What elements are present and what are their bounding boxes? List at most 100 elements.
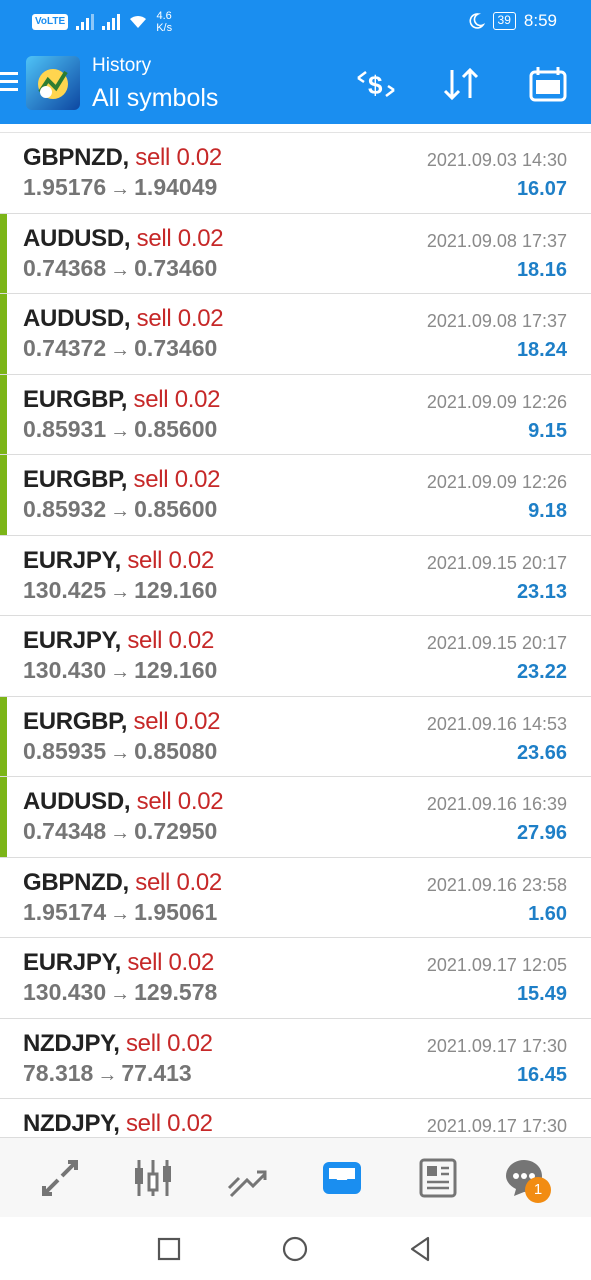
screen-title[interactable]: All symbols	[92, 84, 218, 113]
trade-time: 2021.09.16 14:53	[426, 713, 567, 734]
arrow-icon: →	[110, 500, 131, 522]
symbol-label: EURGBP,	[23, 707, 128, 735]
arrow-icon: →	[110, 902, 131, 925]
status-bar: VoLTE 4.6 K/s 39 8:59	[0, 0, 591, 44]
recents-button[interactable]	[154, 1234, 184, 1264]
sort-icon[interactable]	[440, 64, 484, 104]
close-price: 0.72950	[134, 818, 218, 844]
symbol-label: EURJPY,	[23, 627, 121, 654]
trade-icon[interactable]	[225, 1156, 269, 1200]
trade-symbol: NZDJPY, sell 0.02	[23, 1110, 213, 1137]
trade-symbol: EURGBP, sell 0.02	[23, 385, 221, 414]
quotes-icon[interactable]	[38, 1156, 82, 1200]
trade-side-volume: sell 0.02	[133, 466, 221, 493]
trade-side-volume: sell 0.02	[127, 627, 215, 654]
open-price: 0.85931	[23, 415, 107, 442]
history-icon[interactable]	[320, 1156, 364, 1200]
arrow-icon: →	[97, 1063, 118, 1086]
trade-row[interactable]: NZDJPY, sell 0.02 2021.09.17 17:30	[0, 1099, 591, 1137]
wifi-icon	[130, 15, 147, 28]
arrow-icon: →	[110, 661, 131, 683]
open-price: 0.74372	[23, 335, 107, 361]
trade-row[interactable]: EURGBP, sell 0.02 0.85935 → 0.85080 2021.09.…	[0, 696, 591, 777]
close-price: 0.85600	[134, 415, 218, 442]
trade-row[interactable]: EURJPY, sell 0.02 130.425 → 129.160 2021.09.…	[0, 536, 591, 616]
trade-row[interactable]: AUDUSD, sell 0.02 0.74372 → 0.73460 2021.09.…	[0, 294, 591, 375]
trade-time: 2021.09.17 17:30	[426, 1116, 567, 1136]
arrow-icon: →	[110, 580, 131, 603]
close-price: 129.578	[134, 979, 218, 1005]
status-left: VoLTE 4.6 K/s	[32, 10, 172, 34]
trade-symbol: EURJPY, sell 0.02	[23, 949, 214, 977]
trade-prices: 0.74372 → 0.73460	[23, 335, 217, 362]
trade-symbol: NZDJPY, sell 0.02	[23, 1030, 213, 1058]
trade-symbol: GBPNZD, sell 0.02	[23, 869, 222, 897]
news-icon[interactable]	[415, 1156, 459, 1200]
open-price: 130.430	[23, 657, 107, 683]
symbol-label: NZDJPY,	[23, 1110, 120, 1137]
chat-badge: 1	[525, 1177, 551, 1203]
currency-exchange-icon[interactable]: $	[354, 64, 398, 104]
trade-row[interactable]: EURGBP, sell 0.02 0.85932 → 0.85600 2021.09.…	[0, 455, 591, 536]
close-price: 1.95061	[134, 898, 218, 925]
symbol-label: EURGBP,	[23, 466, 128, 493]
trade-side-volume: sell 0.02	[127, 546, 215, 574]
open-price: 130.430	[23, 979, 107, 1005]
trade-row[interactable]: AUDUSD, sell 0.02 0.74368 → 0.73460 2021.09.…	[0, 213, 591, 294]
trade-profit: 27.96	[516, 822, 567, 844]
arrow-icon: →	[110, 258, 131, 281]
trade-side-volume: sell 0.02	[136, 788, 224, 815]
trade-time: 2021.09.09 12:26	[426, 472, 567, 492]
close-price: 0.73460	[134, 254, 218, 281]
system-navigation-bar	[0, 1217, 591, 1280]
trade-symbol: EURGBP, sell 0.02	[23, 707, 221, 736]
trade-row[interactable]: EURGBP, sell 0.02 0.85931 → 0.85600 2021.09.…	[0, 374, 591, 455]
menu-icon[interactable]	[0, 72, 18, 92]
trade-profit: 23.13	[516, 580, 567, 603]
trade-row[interactable]: EURJPY, sell 0.02 130.430 → 129.578 2021.09.…	[0, 938, 591, 1019]
symbol-label: GBPNZD,	[23, 868, 129, 896]
trade-time: 2021.09.03 14:30	[426, 150, 567, 170]
trade-row[interactable]: NZDJPY, sell 0.02 78.318 → 77.413 2021.09.17…	[0, 1019, 591, 1099]
trade-profit: 15.49	[516, 983, 567, 1005]
arrow-icon: →	[110, 419, 131, 442]
trade-row[interactable]: GBPNZD, sell 0.02 1.95174 → 1.95061 2021.09.…	[0, 858, 591, 938]
trade-time: 2021.09.16 16:39	[426, 794, 567, 814]
trade-symbol: AUDUSD, sell 0.02	[23, 305, 224, 333]
symbol-label: AUDUSD,	[23, 305, 131, 332]
trade-prices: 0.74348 → 0.72950	[23, 818, 217, 845]
close-price: 1.94049	[134, 174, 218, 200]
app-logo[interactable]	[26, 56, 80, 110]
trade-prices: 0.85935 → 0.85080	[23, 738, 217, 765]
trade-row[interactable]: GBPNZD, sell 0.02 1.95176 → 1.94049 2021.09.…	[0, 133, 591, 214]
close-price: 77.413	[121, 1059, 192, 1086]
trade-prices: 0.85932 → 0.85600	[23, 496, 217, 523]
trade-time: 2021.09.15 20:17	[426, 633, 567, 653]
close-price: 129.160	[134, 576, 218, 603]
trade-prices: 1.95174 → 1.95061	[23, 899, 217, 926]
symbol-label: EURGBP,	[23, 385, 128, 413]
trade-side-volume: sell 0.02	[133, 385, 221, 413]
trade-side-volume: sell 0.02	[133, 707, 221, 735]
svg-text:$: $	[368, 70, 383, 100]
trade-row[interactable]: AUDUSD, sell 0.02 0.74348 → 0.72950 2021.09.…	[0, 777, 591, 858]
home-button[interactable]	[280, 1234, 310, 1264]
calendar-icon[interactable]	[526, 64, 570, 104]
symbol-label: NZDJPY,	[23, 1029, 120, 1057]
trade-side-volume: sell 0.02	[135, 868, 222, 896]
trade-profit: 23.66	[516, 741, 567, 764]
trade-profit: 18.16	[516, 258, 567, 281]
clock: 8:59	[523, 11, 557, 30]
trade-history-list[interactable]: GBPNZD, sell 0.02 1.95176 → 1.94049 2021.09.…	[0, 132, 591, 1137]
network-speed-value: 4.6	[156, 10, 172, 22]
back-button[interactable]	[406, 1234, 436, 1264]
symbol-label: GBPNZD,	[23, 144, 129, 171]
chart-icon[interactable]	[131, 1156, 175, 1200]
open-price: 78.318	[23, 1059, 94, 1086]
trade-row[interactable]: EURJPY, sell 0.02 130.430 → 129.160 2021.09.…	[0, 616, 591, 697]
network-speed-unit: K/s	[156, 22, 173, 34]
close-price: 0.73460	[134, 335, 218, 361]
app-toolbar: History All symbols $	[0, 44, 591, 124]
bottom-tab-bar	[0, 1137, 591, 1217]
trade-symbol: EURJPY, sell 0.02	[23, 627, 214, 655]
